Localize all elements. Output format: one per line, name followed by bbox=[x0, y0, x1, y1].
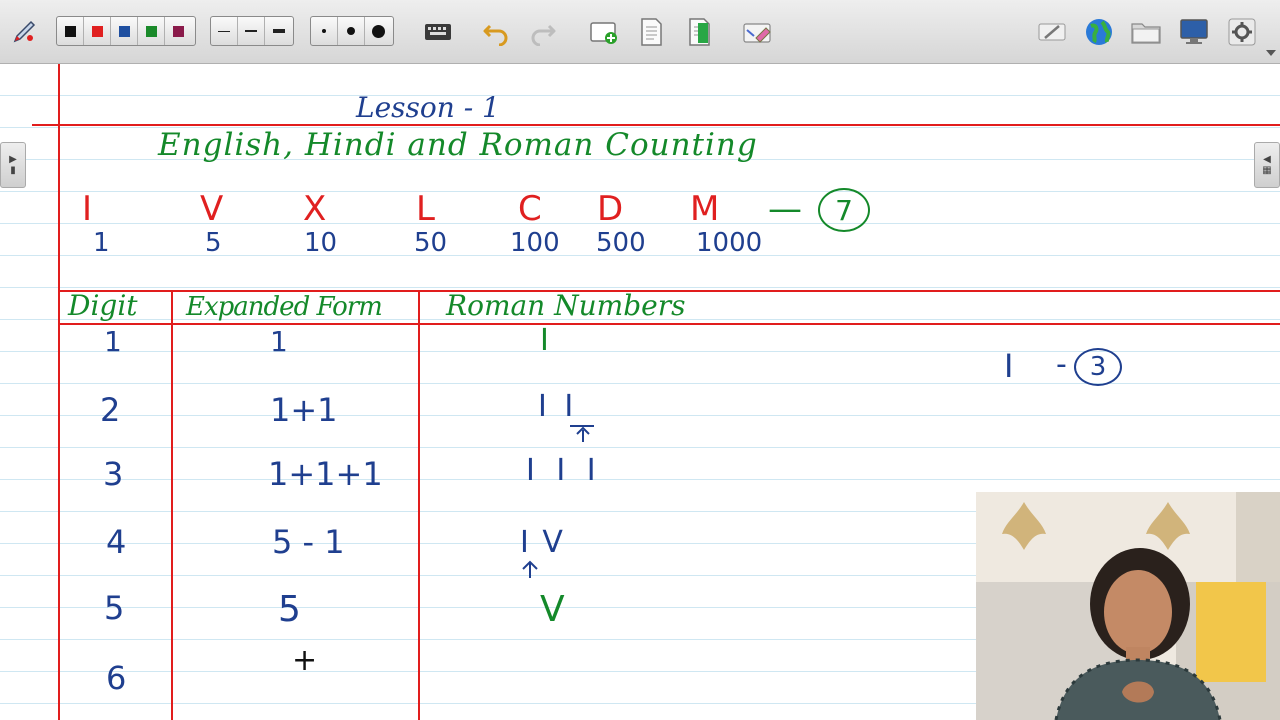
value-50: 50 bbox=[414, 228, 448, 258]
monitor-icon[interactable] bbox=[1178, 16, 1210, 48]
row-3-roman: I I I bbox=[526, 453, 602, 488]
green-page-icon[interactable] bbox=[683, 16, 715, 48]
row-6-digit: 6 bbox=[106, 659, 127, 697]
row-5-roman: V bbox=[540, 589, 565, 630]
redo-icon[interactable] bbox=[527, 16, 559, 48]
note-symbol: I bbox=[1004, 347, 1014, 385]
right-panel-tab[interactable]: ◀ ▦ bbox=[1254, 142, 1280, 188]
lesson-title: Lesson - 1 bbox=[356, 91, 500, 124]
count-dash: — bbox=[768, 189, 802, 229]
value-1: 1 bbox=[93, 228, 110, 258]
row-2-expanded: 1+1 bbox=[270, 391, 338, 429]
left-arrow-icon: ▶ bbox=[9, 154, 17, 165]
color-blue-button[interactable] bbox=[111, 17, 138, 45]
color-black-button[interactable] bbox=[57, 17, 84, 45]
title-rule bbox=[32, 124, 1280, 126]
roman-symbol-v: V bbox=[200, 189, 224, 229]
roman-symbol-x: X bbox=[303, 189, 327, 229]
count-circle: 7 bbox=[818, 188, 870, 232]
row-5-digit: 5 bbox=[104, 589, 125, 627]
row-5-expanded: 5 bbox=[278, 589, 301, 630]
column-divider-2 bbox=[418, 290, 420, 720]
row-3-expanded: 1+1+1 bbox=[268, 455, 383, 493]
color-palette bbox=[56, 16, 196, 46]
value-10: 10 bbox=[304, 228, 338, 258]
presenter-video bbox=[976, 492, 1280, 720]
line-width-group bbox=[210, 16, 294, 46]
value-100: 100 bbox=[510, 228, 560, 258]
undo-icon[interactable] bbox=[480, 16, 512, 48]
color-maroon-button[interactable] bbox=[165, 17, 192, 45]
whiteboard-toolbar bbox=[0, 0, 1280, 64]
row-1-expanded: 1 bbox=[270, 325, 288, 358]
count-value: 7 bbox=[835, 193, 853, 227]
page-icon[interactable] bbox=[635, 16, 667, 48]
lesson-subtitle: English, Hindi and Roman Counting bbox=[158, 127, 758, 163]
roman-symbol-d: D bbox=[597, 189, 624, 229]
dot-medium-button[interactable] bbox=[338, 17, 365, 45]
header-expanded-form: Expanded Form bbox=[186, 292, 383, 322]
pen-tool-icon[interactable] bbox=[8, 16, 40, 48]
line-thick-button[interactable] bbox=[265, 17, 292, 45]
header-digit: Digit bbox=[68, 289, 138, 322]
row-1-roman: I bbox=[540, 323, 549, 358]
value-5: 5 bbox=[205, 228, 222, 258]
dot-size-group bbox=[310, 16, 394, 46]
roman-symbol-l: L bbox=[416, 189, 435, 229]
note-count-value: 3 bbox=[1089, 352, 1107, 382]
webcam-overlay bbox=[976, 492, 1280, 720]
keyboard-icon[interactable] bbox=[422, 16, 454, 48]
value-1000: 1000 bbox=[696, 228, 763, 258]
arrow-up-icon bbox=[570, 425, 594, 442]
right-arrow-icon: ◀ bbox=[1263, 154, 1271, 165]
draw-icon[interactable] bbox=[1036, 16, 1068, 48]
color-red-button[interactable] bbox=[84, 17, 111, 45]
table-header-rule bbox=[58, 323, 1280, 325]
note-count-circle: 3 bbox=[1074, 348, 1122, 386]
row-4-roman: I V bbox=[520, 525, 565, 560]
row-3-digit: 3 bbox=[103, 455, 124, 493]
left-panel-tab[interactable]: ▶ ▮ bbox=[0, 142, 26, 188]
row-4-digit: 4 bbox=[106, 523, 127, 561]
roman-symbol-m: M bbox=[690, 189, 720, 229]
row-2-digit: 2 bbox=[100, 391, 121, 429]
add-page-icon[interactable] bbox=[588, 16, 620, 48]
column-divider-1 bbox=[171, 290, 173, 720]
margin-line bbox=[58, 64, 60, 720]
header-roman-numbers: Roman Numbers bbox=[446, 289, 686, 322]
tools-icon: ▦ bbox=[1262, 165, 1272, 176]
note-dash: - bbox=[1056, 347, 1067, 382]
line-medium-button[interactable] bbox=[238, 17, 265, 45]
arrow-up-icon bbox=[522, 560, 538, 578]
settings-icon[interactable] bbox=[1226, 16, 1258, 48]
folder-icon[interactable] bbox=[1130, 16, 1162, 48]
chevron-down-icon[interactable] bbox=[1266, 50, 1276, 56]
roman-symbol-i: I bbox=[82, 189, 93, 229]
row-2-roman: I I bbox=[538, 389, 578, 424]
row-4-expanded: 5 - 1 bbox=[272, 523, 345, 561]
globe-icon[interactable] bbox=[1083, 16, 1115, 48]
eraser-icon[interactable] bbox=[742, 16, 774, 48]
dot-large-button[interactable] bbox=[365, 17, 392, 45]
roman-symbol-c: C bbox=[518, 189, 542, 229]
page-stack-icon: ▮ bbox=[10, 165, 16, 176]
color-green-button[interactable] bbox=[138, 17, 165, 45]
dot-small-button[interactable] bbox=[311, 17, 338, 45]
row-1-digit: 1 bbox=[104, 325, 122, 358]
crosshair-cursor: + bbox=[292, 643, 318, 678]
value-500: 500 bbox=[596, 228, 646, 258]
line-thin-button[interactable] bbox=[211, 17, 238, 45]
